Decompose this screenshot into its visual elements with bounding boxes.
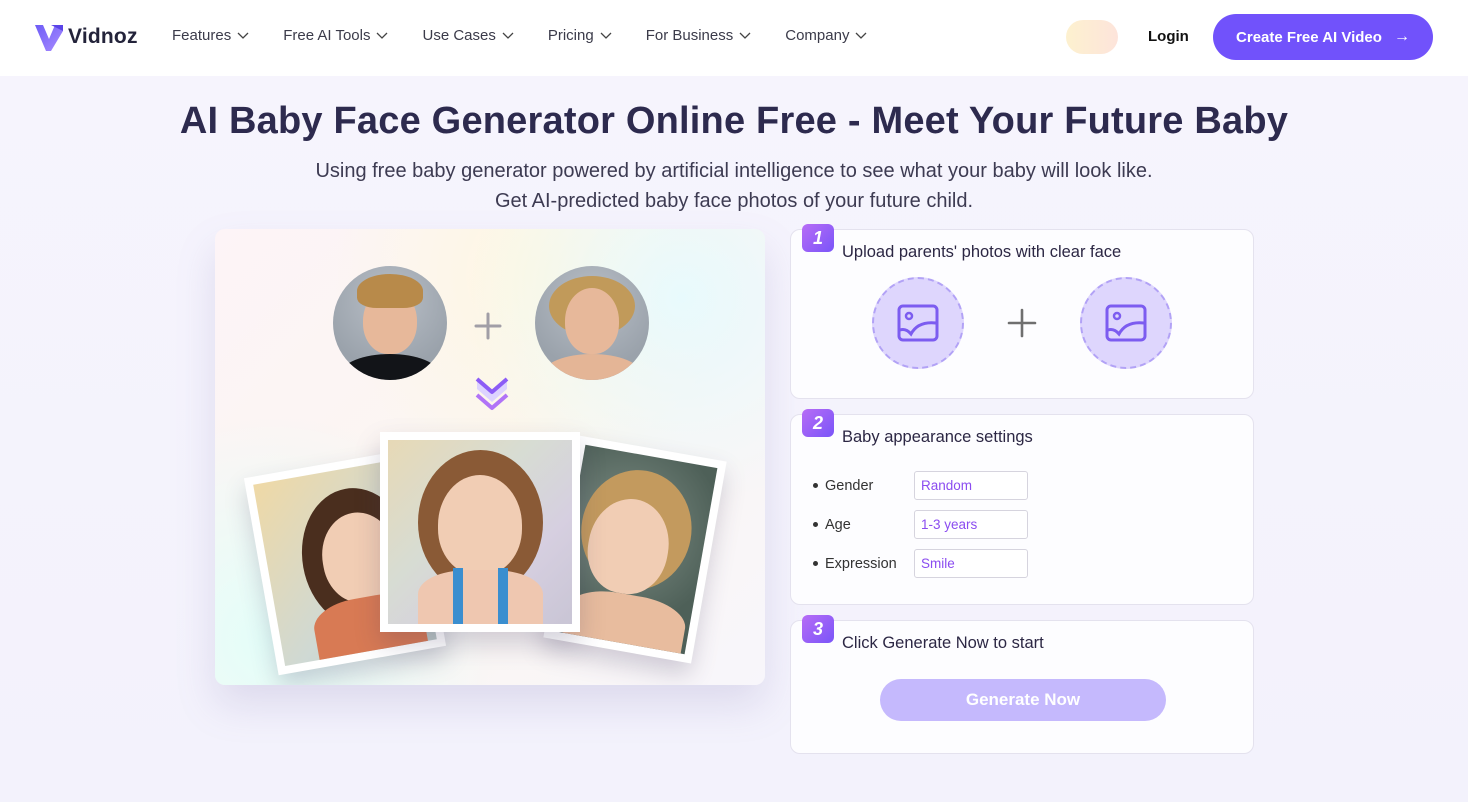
bullet-icon bbox=[813, 483, 818, 488]
menu-label: For Business bbox=[645, 27, 734, 44]
menu-label: Use Cases bbox=[422, 27, 496, 44]
menu-label: Free AI Tools bbox=[283, 27, 371, 44]
menu-label: Company bbox=[785, 27, 850, 44]
chevron-down-icon bbox=[600, 32, 612, 39]
menu-features[interactable]: Features bbox=[172, 27, 249, 44]
main-menu: Features Free AI Tools Use Cases Pricing… bbox=[172, 27, 901, 44]
step-upload-photos: 1 Upload parents' photos with clear face bbox=[790, 224, 1254, 399]
step-number-badge: 3 bbox=[802, 615, 834, 643]
create-free-ai-video-button[interactable]: Create Free AI Video → bbox=[1213, 14, 1433, 60]
arrow-right-icon: → bbox=[1393, 28, 1410, 45]
cta-label: Create Free AI Video bbox=[1236, 28, 1382, 46]
menu-use-cases[interactable]: Use Cases bbox=[422, 27, 514, 44]
subtitle-line-1: Using free baby generator powered by art… bbox=[315, 160, 1153, 182]
step-title: Baby appearance settings bbox=[842, 428, 1033, 446]
age-select[interactable]: 1-3 years bbox=[914, 510, 1028, 539]
page-title: AI Baby Face Generator Online Free - Mee… bbox=[179, 100, 1289, 142]
gender-select[interactable]: Random bbox=[914, 471, 1028, 500]
chevron-down-icon bbox=[237, 32, 249, 39]
age-label: Age bbox=[825, 516, 851, 533]
menu-for-business[interactable]: For Business bbox=[646, 27, 752, 44]
mother-photo bbox=[535, 266, 649, 380]
upload-mother-photo-button[interactable] bbox=[1080, 277, 1172, 369]
bullet-icon bbox=[813, 522, 818, 527]
chevron-down-icon bbox=[855, 32, 867, 39]
chevron-down-icon bbox=[502, 32, 514, 39]
example-illustration bbox=[215, 229, 765, 685]
menu-company[interactable]: Company bbox=[785, 27, 867, 44]
double-chevron-down-icon bbox=[475, 377, 509, 410]
generate-now-button[interactable]: Generate Now bbox=[880, 679, 1166, 721]
menu-label: Features bbox=[172, 27, 232, 44]
expression-label: Expression bbox=[825, 555, 897, 572]
expression-setting: Expression Smile bbox=[813, 549, 1028, 578]
login-link[interactable]: Login bbox=[1148, 28, 1189, 45]
step-number-badge: 1 bbox=[802, 224, 834, 252]
menu-label: Pricing bbox=[547, 27, 594, 44]
vidnoz-logo-icon bbox=[35, 25, 63, 51]
menu-pricing[interactable]: Pricing bbox=[548, 27, 612, 44]
plus-icon bbox=[474, 312, 502, 340]
image-upload-icon bbox=[1105, 304, 1147, 342]
gender-setting: Gender Random bbox=[813, 471, 1028, 500]
top-navbar: Vidnoz Features Free AI Tools Use Cases … bbox=[0, 0, 1468, 76]
expression-select[interactable]: Smile bbox=[914, 549, 1028, 578]
father-photo bbox=[333, 266, 447, 380]
bullet-icon bbox=[813, 561, 818, 566]
brand-name: Vidnoz bbox=[68, 25, 138, 48]
menu-free-ai-tools[interactable]: Free AI Tools bbox=[283, 27, 388, 44]
step-title: Click Generate Now to start bbox=[842, 634, 1044, 652]
age-setting: Age 1-3 years bbox=[813, 510, 1028, 539]
step-appearance-settings: 2 Baby appearance settings Gender Random… bbox=[790, 409, 1254, 605]
step-title: Upload parents' photos with clear face bbox=[842, 243, 1122, 261]
plus-icon bbox=[1007, 308, 1037, 338]
page-subtitle: Using free baby generator powered by art… bbox=[0, 156, 1468, 216]
step-generate: 3 Click Generate Now to start Generate N… bbox=[790, 615, 1254, 754]
gender-label: Gender bbox=[825, 477, 874, 494]
chevron-down-icon bbox=[739, 32, 751, 39]
step-number-badge: 2 bbox=[802, 409, 834, 437]
chevron-down-icon bbox=[377, 32, 388, 39]
image-upload-icon bbox=[897, 304, 939, 342]
baby-photo-center bbox=[380, 432, 580, 632]
promo-pill[interactable] bbox=[1066, 20, 1118, 54]
upload-father-photo-button[interactable] bbox=[872, 277, 964, 369]
vidnoz-logo[interactable]: Vidnoz bbox=[33, 20, 138, 54]
subtitle-line-2: Get AI-predicted baby face photos of you… bbox=[494, 190, 974, 212]
